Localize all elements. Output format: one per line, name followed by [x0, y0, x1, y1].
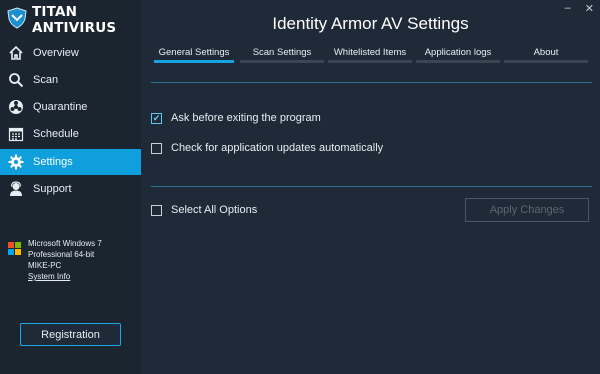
system-info: Microsoft Windows 7 Professional 64-bit …	[8, 238, 102, 282]
tab-general-settings[interactable]: General Settings	[154, 47, 234, 65]
checkbox-select-all[interactable]	[151, 204, 162, 216]
os-name: Microsoft Windows 7	[28, 239, 102, 248]
tab-scan-settings[interactable]: Scan Settings	[240, 47, 324, 65]
computer-name: MIKE-PC	[28, 261, 62, 270]
checkbox-checked[interactable]: ✔	[151, 112, 162, 124]
sidebar-item-quarantine[interactable]: Quarantine	[0, 94, 141, 120]
brand-name: TITAN ANTIVIRUS	[32, 4, 117, 36]
calendar-icon	[7, 125, 25, 143]
search-icon	[7, 71, 25, 89]
tab-whitelisted-items[interactable]: Whitelisted Items	[328, 47, 412, 65]
option-label: Check for application updates automatica…	[171, 142, 384, 154]
sidebar-item-overview[interactable]: Overview	[0, 40, 141, 66]
apply-changes-button[interactable]: Apply Changes	[465, 198, 589, 222]
sidebar-item-support[interactable]: Support	[0, 176, 141, 202]
shield-logo-icon	[6, 6, 28, 34]
sidebar-item-label: Overview	[33, 47, 79, 59]
sidebar-item-schedule[interactable]: Schedule	[0, 121, 141, 147]
tab-application-logs[interactable]: Application logs	[416, 47, 500, 65]
brand-logo: TITAN ANTIVIRUS	[6, 4, 141, 36]
page-title: Identity Armor AV Settings	[272, 14, 469, 33]
option-label: Ask before exiting the program	[171, 112, 321, 124]
checkbox-unchecked[interactable]	[151, 142, 162, 154]
sidebar-item-label: Scan	[33, 74, 59, 86]
option-check-updates[interactable]: Check for application updates automatica…	[151, 142, 383, 154]
sidebar-item-label: Schedule	[33, 128, 79, 140]
biohazard-icon	[7, 98, 25, 116]
select-all-option[interactable]: Select All Options	[151, 204, 257, 216]
sidebar-item-label: Settings	[33, 156, 73, 168]
sidebar: TITAN ANTIVIRUS Overview Scan Quarantine…	[0, 0, 141, 374]
system-info-link[interactable]: System Info	[28, 271, 102, 282]
option-ask-before-exit[interactable]: ✔ Ask before exiting the program	[151, 112, 321, 124]
divider	[151, 186, 592, 187]
sidebar-item-settings[interactable]: Settings	[0, 149, 141, 175]
sidebar-item-label: Support	[33, 183, 72, 195]
tab-about[interactable]: About	[504, 47, 588, 65]
sidebar-item-scan[interactable]: Scan	[0, 67, 141, 93]
os-edition: Professional 64-bit	[28, 250, 95, 259]
divider	[151, 82, 592, 83]
select-all-label: Select All Options	[171, 204, 258, 216]
gear-icon	[7, 153, 25, 171]
windows-logo-icon	[8, 242, 22, 282]
registration-button[interactable]: Registration	[20, 323, 121, 346]
user-support-icon	[7, 180, 25, 198]
home-icon	[7, 44, 25, 62]
sidebar-item-label: Quarantine	[33, 101, 88, 113]
